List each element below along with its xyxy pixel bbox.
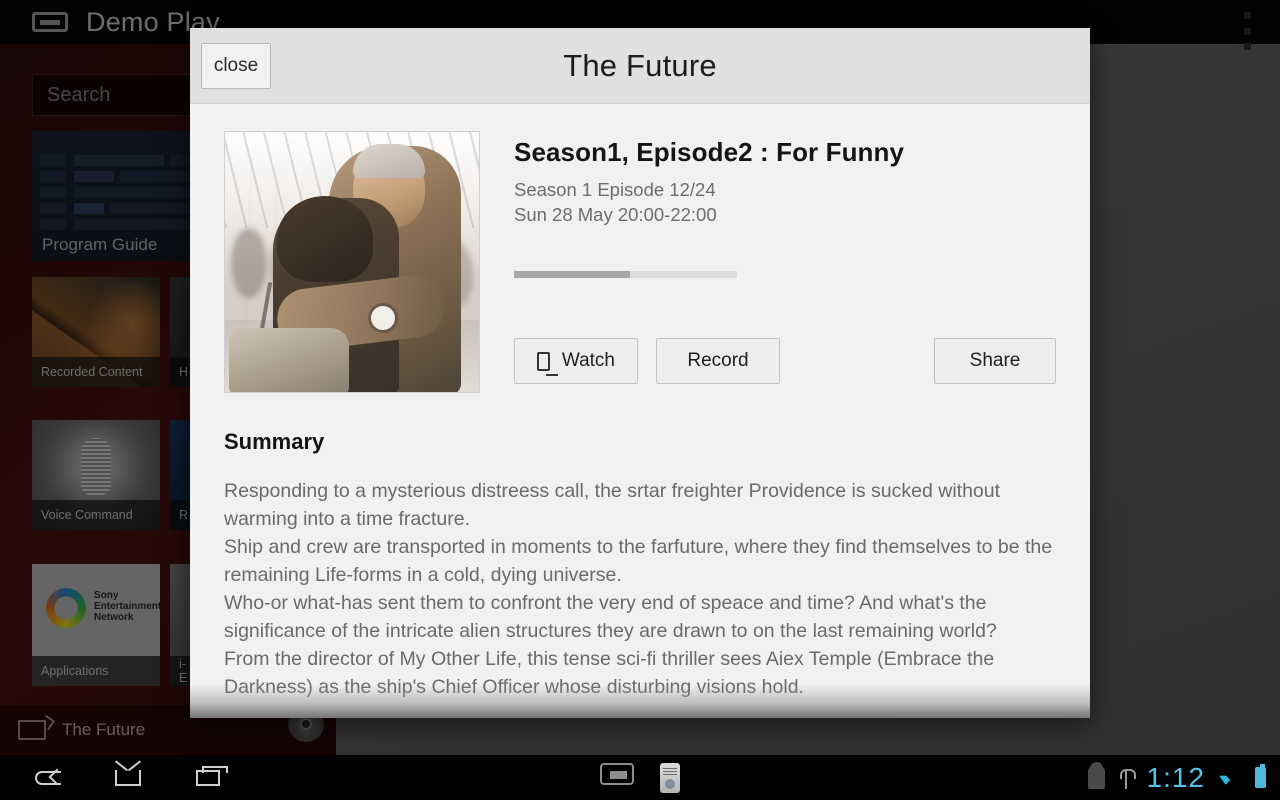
usb-icon [1119,767,1136,789]
program-detail-dialog: close The Future Season1, Episode2: For… [190,28,1090,718]
program-summary-row: Season1, Episode2 : For Funny Season 1 E… [224,131,1056,393]
episode-schedule-line: Sun 28 May 20:00-22:00 [514,204,717,225]
wifi-icon [1219,769,1241,786]
episode-season-line: Season 1 Episode 12/24 [514,179,716,200]
battery-icon [1255,764,1266,788]
share-button[interactable]: Share [934,338,1056,384]
thumbnail-wristwatch [371,306,395,330]
clock[interactable]: 1:12 [1147,762,1206,794]
thumbnail-hair [353,144,425,178]
dialog-scroll-fade [190,684,1090,718]
episode-title: Season1, Episode2 : For Funny [514,137,905,167]
record-button-label: Record [687,350,749,371]
progress-bar-fill [514,271,630,278]
record-button[interactable]: Record [656,338,780,384]
summary-text: Responding to a mysterious distreess cal… [224,480,1053,698]
screen-mirror-icon[interactable] [600,762,634,785]
action-buttons: Watch Record Share [514,338,1056,384]
screen-root: Demo Play Search Program Guide Recorded … [0,0,1280,800]
progress-bar[interactable] [514,271,737,278]
status-icons: 1:12 [1087,761,1266,794]
watch-button[interactable]: Watch [514,338,638,384]
remote-control-icon[interactable] [660,762,680,793]
system-navigation-bar: 1:12 [0,755,1280,800]
thumbnail-child-hair [277,196,373,282]
summary-heading: Summary [224,429,325,454]
dialog-header: close The Future [190,28,1090,104]
dialog-title: The Future [563,47,717,83]
program-metadata: Season1, Episode2 : For Funny Season 1 E… [480,131,1056,393]
program-thumbnail[interactable] [224,131,480,393]
share-button-label: Share [969,350,1021,371]
watch-button-label: Watch [561,350,615,371]
dialog-body: Season1, Episode2 : For Funny Season 1 E… [190,104,1090,701]
monitor-icon [537,351,558,376]
android-debug-icon [1087,761,1105,789]
thumbnail-bystander [231,228,267,298]
thumbnail-bag [229,328,349,392]
